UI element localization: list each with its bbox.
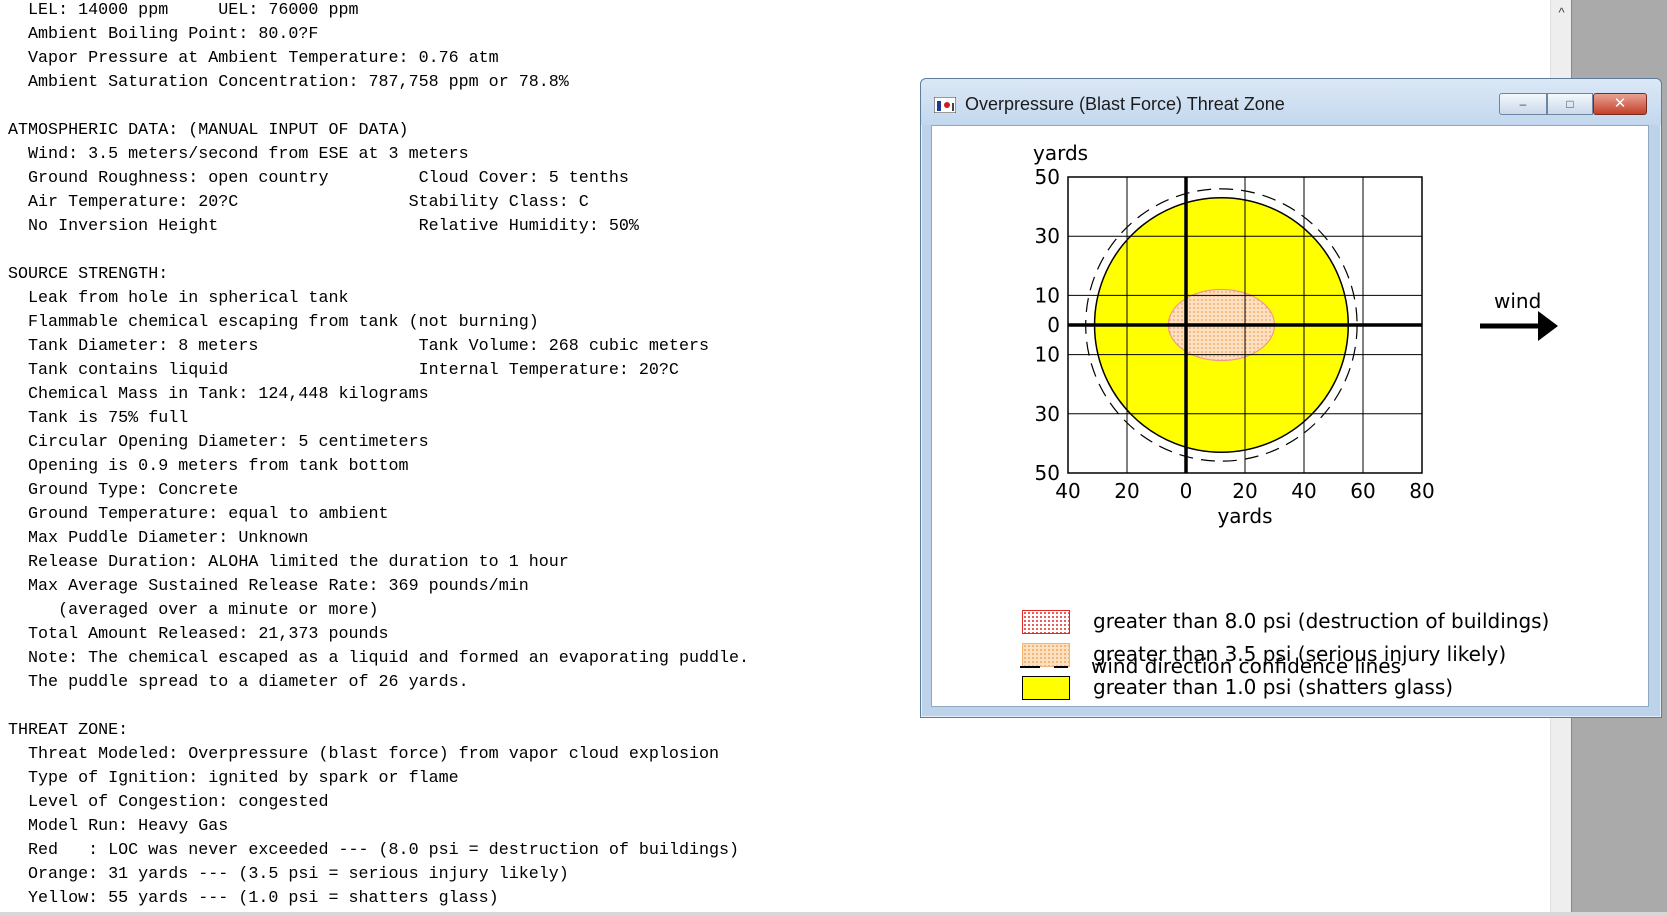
report-line: THREAT ZONE: [8,721,129,740]
report-line: Orange: 31 yards --- (3.5 psi = serious … [8,865,569,884]
y-axis-title: yards [1033,141,1088,165]
report-line: Max Average Sustained Release Rate: 369 … [8,577,529,596]
x-tick-label: 80 [1409,479,1434,503]
x-tick-label: 60 [1350,479,1375,503]
yellow-zone-swatch [1022,676,1070,700]
orange-zone-swatch [1022,643,1070,667]
x-tick-label: 0 [1180,479,1193,503]
report-line: Threat Modeled: Overpressure (blast forc… [8,745,720,764]
bottom-edge [0,912,1667,916]
y-tick-label: 50 [1035,165,1060,189]
report-line [8,95,749,119]
y-tick-label: 30 [1035,402,1060,426]
report-line: Flammable chemical escaping from tank (n… [8,313,539,332]
close-button[interactable]: ✕ [1593,93,1647,115]
report-line: Type of Ignition: ignited by spark or fl… [8,769,459,788]
report-line: Ground Temperature: equal to ambient [8,505,389,524]
report-line: Ground Type: Concrete [8,481,239,500]
report-line: Red : LOC was never exceeded --- (8.0 ps… [8,841,740,860]
x-axis-title: yards [1217,504,1272,528]
report-line: Leak from hole in spherical tank [8,289,349,308]
wind-label: wind [1494,289,1541,313]
report-line: Yellow: 55 yards --- (1.0 psi = shatters… [8,889,499,908]
y-tick-label: 50 [1035,461,1060,485]
x-tick-label: 20 [1114,479,1139,503]
report-line: Tank contains liquid Internal Temperatur… [8,361,679,380]
minimize-button[interactable]: – [1499,93,1547,115]
legend-label-red: greater than 8.0 psi (destruction of bui… [1093,609,1550,633]
report-line: Ambient Saturation Concentration: 787,75… [8,73,569,92]
report-line: SOURCE STRENGTH: [8,265,169,284]
scroll-up-arrow-icon[interactable]: ^ [1551,0,1572,24]
report-line: The puddle spread to a diameter of 26 ya… [8,673,469,692]
red-zone-swatch [1022,610,1070,634]
threat-zone-plot-area: 40 20 0 20 40 60 80 50 30 10 0 10 30 50 yards yards wind… [931,125,1649,707]
title-bar[interactable]: Overpressure (Blast Force) Threat Zone –… [921,79,1661,125]
legend-label-confidence-lines: wind direction confidence lines [1091,654,1401,678]
app-icon [934,97,956,113]
wind-arrow-icon [1538,311,1558,341]
report-line: Vapor Pressure at Ambient Temperature: 0… [8,49,499,68]
report-line: No Inversion Height Relative Humidity: 5… [8,217,639,236]
y-tick-label: 10 [1035,283,1060,307]
legend-label-yellow: greater than 1.0 psi (shatters glass) [1093,675,1454,699]
y-tick-label: 10 [1035,343,1060,367]
report-line: Opening is 0.9 meters from tank bottom [8,457,409,476]
report-line: Max Puddle Diameter: Unknown [8,529,309,548]
report-line: Circular Opening Diameter: 5 centimeters [8,433,429,452]
report-line: Level of Congestion: congested [8,793,329,812]
x-tick-label: 40 [1291,479,1316,503]
report-line: Release Duration: ALOHA limited the dura… [8,553,569,572]
report-line: Ground Roughness: open country Cloud Cov… [8,169,629,188]
threat-zone-window[interactable]: Overpressure (Blast Force) Threat Zone –… [920,78,1662,718]
report-line: Chemical Mass in Tank: 124,448 kilograms [8,385,429,404]
report-line: Total Amount Released: 21,373 pounds [8,625,389,644]
report-line [8,695,749,719]
window-title: Overpressure (Blast Force) Threat Zone [965,94,1285,114]
report-line: Wind: 3.5 meters/second from ESE at 3 me… [8,145,469,164]
x-tick-label: 20 [1232,479,1257,503]
report-line: Tank Diameter: 8 meters Tank Volume: 268… [8,337,709,356]
y-tick-label: 30 [1035,224,1060,248]
y-tick-label: 0 [1047,313,1060,337]
report-line: Air Temperature: 20?C Stability Class: C [8,193,589,212]
report-line: Model Run: Heavy Gas [8,817,229,836]
report-line: Tank is 75% full [8,409,189,428]
report-line: Note: The chemical escaped as a liquid a… [8,649,750,668]
report-line: ATMOSPHERIC DATA: (MANUAL INPUT OF DATA) [8,121,409,140]
dashed-line-swatch [1020,666,1068,668]
report-line: (averaged over a minute or more) [8,601,379,620]
report-line: LEL: 14000 ppm UEL: 76000 ppm [8,1,359,20]
report-line [8,239,749,263]
report-line: Ambient Boiling Point: 80.0?F [8,25,319,44]
maximize-button[interactable]: □ [1547,93,1593,115]
report-lines: LEL: 14000 ppm UEL: 76000 ppm Ambient Bo… [8,0,749,911]
